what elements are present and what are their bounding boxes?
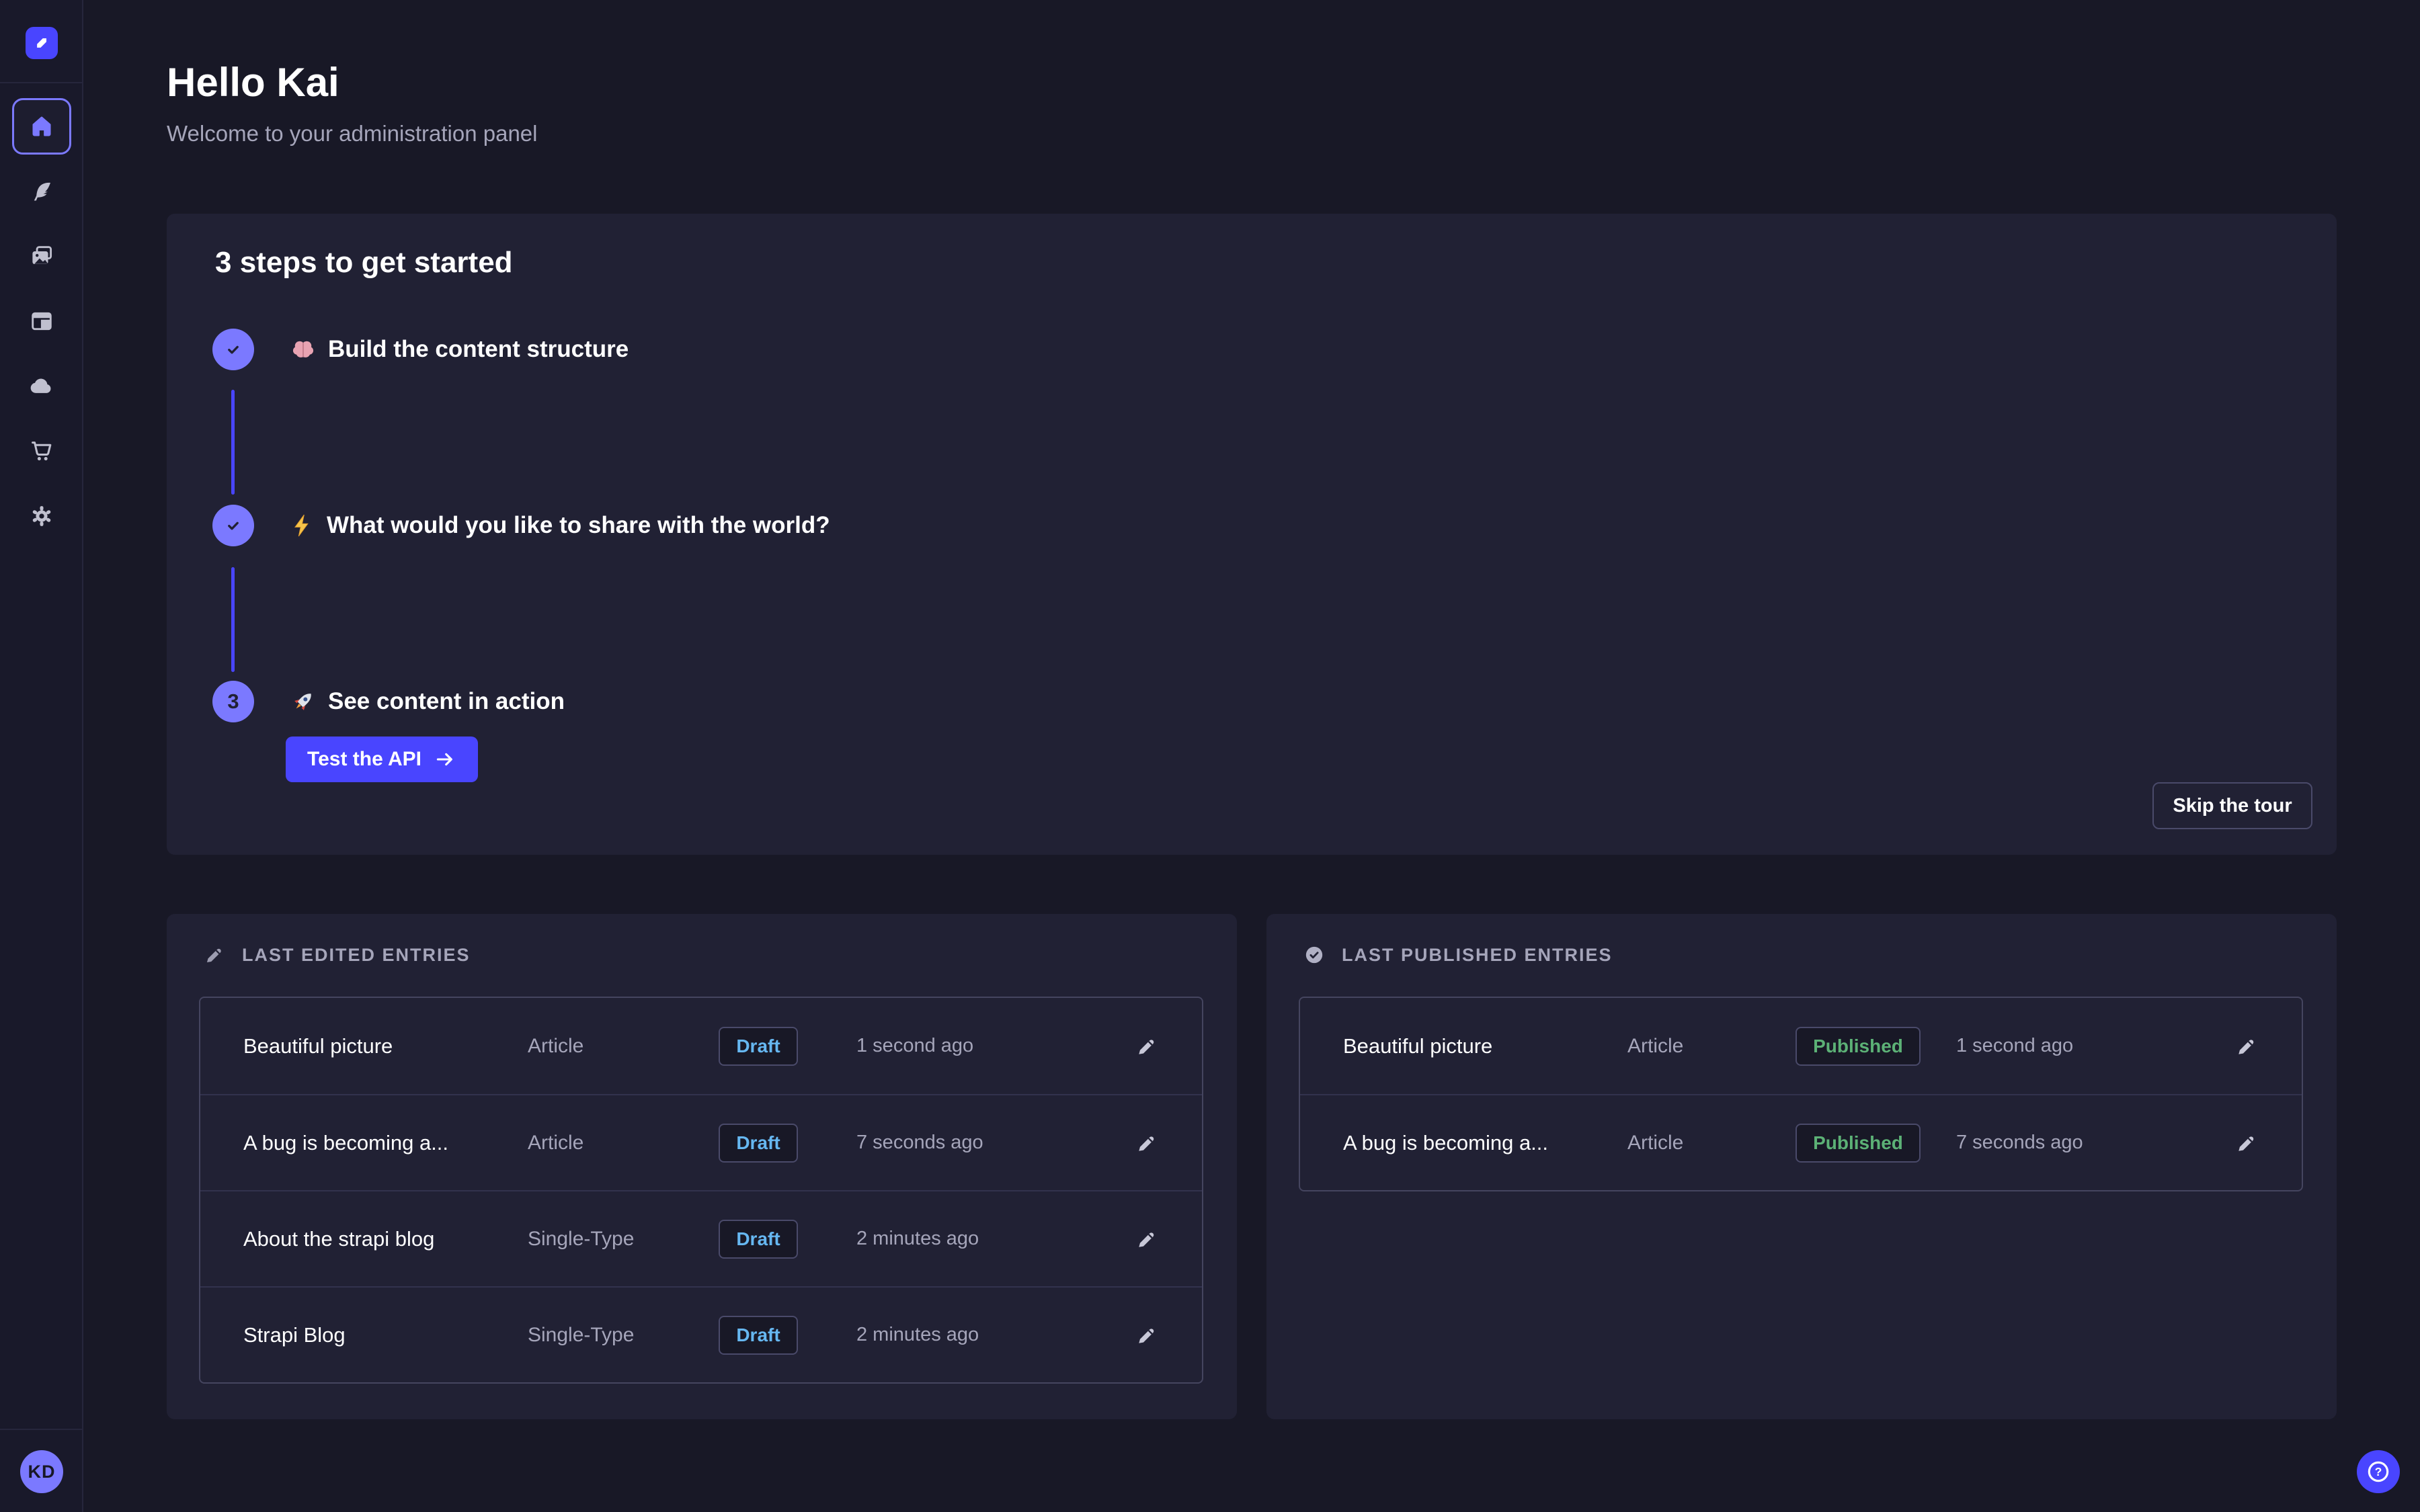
sidebar-item-settings[interactable] <box>0 492 83 540</box>
last-published-entries-table: Beautiful picture Article Published 1 se… <box>1299 997 2303 1191</box>
feather-icon <box>29 179 54 204</box>
table-row[interactable]: A bug is becoming a... Article Published… <box>1300 1094 2302 1190</box>
last-published-entries-panel: LAST PUBLISHED ENTRIES Beautiful picture… <box>1266 914 2337 1419</box>
sidebar-divider <box>0 1429 82 1430</box>
step-3-label: See content in action <box>289 681 565 722</box>
status-badge: Draft <box>719 1316 797 1355</box>
table-row[interactable]: Beautiful picture Article Published 1 se… <box>1300 998 2302 1094</box>
cloud-icon <box>29 374 54 399</box>
test-the-api-button[interactable]: Test the API <box>286 737 478 782</box>
table-row[interactable]: Beautiful picture Article Draft 1 second… <box>200 998 1202 1094</box>
entry-type: Article <box>528 1132 660 1154</box>
entry-updated-time: 1 second ago <box>1956 1035 2198 1057</box>
status-badge: Draft <box>719 1124 797 1163</box>
page-subtitle: Welcome to your administration panel <box>167 121 538 146</box>
edit-entry-button[interactable] <box>2198 1034 2259 1058</box>
skip-the-tour-button[interactable]: Skip the tour <box>2152 782 2312 829</box>
last-edited-entries-table: Beautiful picture Article Draft 1 second… <box>199 997 1203 1384</box>
pencil-icon <box>1135 1227 1159 1251</box>
sidebar-divider <box>0 82 82 83</box>
step-1-label: Build the content structure <box>289 329 629 370</box>
check-circle-icon <box>1303 943 1326 966</box>
entry-updated-time: 1 second ago <box>856 1035 1098 1057</box>
sidebar: KD <box>0 0 83 1512</box>
step-connector <box>231 567 235 672</box>
arrow-right-icon <box>434 748 456 771</box>
pencil-icon <box>203 943 226 966</box>
last-edited-entries-header: LAST EDITED ENTRIES <box>203 943 471 966</box>
entry-title: Beautiful picture <box>243 1034 528 1058</box>
step-1-indicator <box>212 329 254 370</box>
edit-entry-button[interactable] <box>2198 1131 2259 1155</box>
status-badge: Draft <box>719 1027 797 1066</box>
step-connector <box>231 390 235 495</box>
page-title: Hello Kai <box>167 59 339 106</box>
strapi-logo-icon <box>26 27 58 59</box>
last-published-entries-header: LAST PUBLISHED ENTRIES <box>1303 943 1613 966</box>
step-3-indicator: 3 <box>212 681 254 722</box>
entry-type: Article <box>1627 1035 1760 1058</box>
entry-type: Single-Type <box>528 1324 660 1347</box>
entry-updated-time: 7 seconds ago <box>1956 1132 2198 1154</box>
sidebar-item-content-manager[interactable] <box>0 167 83 216</box>
entry-title: About the strapi blog <box>243 1227 528 1251</box>
cart-icon <box>29 438 54 464</box>
edit-entry-button[interactable] <box>1098 1131 1159 1155</box>
step-2-label: What would you like to share with the wo… <box>289 505 830 546</box>
entry-updated-time: 7 seconds ago <box>856 1132 1098 1154</box>
rocket-emoji-icon <box>289 687 317 716</box>
step-2-indicator <box>212 505 254 546</box>
brain-emoji-icon <box>289 335 317 364</box>
status-badge: Published <box>1796 1027 1921 1066</box>
table-row[interactable]: A bug is becoming a... Article Draft 7 s… <box>200 1094 1202 1190</box>
pencil-icon <box>2234 1131 2259 1155</box>
table-row[interactable]: Strapi Blog Single-Type Draft 2 minutes … <box>200 1286 1202 1382</box>
entry-updated-time: 2 minutes ago <box>856 1228 1098 1250</box>
help-button[interactable]: ? <box>2357 1450 2400 1493</box>
sidebar-item-content-type-builder[interactable] <box>0 297 83 345</box>
table-row[interactable]: About the strapi blog Single-Type Draft … <box>200 1190 1202 1286</box>
edit-entry-button[interactable] <box>1098 1034 1159 1058</box>
panel-title: LAST EDITED ENTRIES <box>242 945 471 966</box>
getting-started-title: 3 steps to get started <box>215 246 513 280</box>
user-avatar[interactable]: KD <box>20 1450 63 1493</box>
sidebar-item-home[interactable] <box>12 98 71 155</box>
status-badge: Draft <box>719 1220 797 1259</box>
getting-started-card: 3 steps to get started Build the content… <box>167 214 2337 855</box>
sidebar-item-deploy[interactable] <box>0 362 83 411</box>
entry-title: A bug is becoming a... <box>1343 1131 1627 1155</box>
entry-type: Article <box>1627 1132 1760 1154</box>
pencil-icon <box>1135 1131 1159 1155</box>
layout-icon <box>29 308 54 334</box>
entry-title: Strapi Blog <box>243 1323 528 1347</box>
pencil-icon <box>1135 1323 1159 1347</box>
edit-entry-button[interactable] <box>1098 1227 1159 1251</box>
entry-type: Single-Type <box>528 1228 660 1251</box>
entry-type: Article <box>528 1035 660 1058</box>
last-edited-entries-panel: LAST EDITED ENTRIES Beautiful picture Ar… <box>167 914 1237 1419</box>
panel-title: LAST PUBLISHED ENTRIES <box>1342 945 1613 966</box>
svg-text:?: ? <box>2375 1465 2382 1478</box>
strapi-admin-homepage: { "header": { "title": "Hello Kai", "sub… <box>0 0 2420 1512</box>
entry-updated-time: 2 minutes ago <box>856 1324 1098 1346</box>
check-icon <box>222 338 245 361</box>
status-badge: Published <box>1796 1124 1921 1163</box>
entry-title: A bug is becoming a... <box>243 1131 528 1155</box>
entry-title: Beautiful picture <box>1343 1034 1627 1058</box>
edit-entry-button[interactable] <box>1098 1323 1159 1347</box>
question-mark-icon: ? <box>2365 1458 2392 1485</box>
gear-icon <box>29 503 54 529</box>
images-icon <box>29 243 54 269</box>
lightning-emoji-icon <box>289 512 316 539</box>
sidebar-item-marketplace[interactable] <box>0 427 83 475</box>
sidebar-item-media-library[interactable] <box>0 232 83 280</box>
pencil-icon <box>2234 1034 2259 1058</box>
pencil-icon <box>1135 1034 1159 1058</box>
check-icon <box>222 514 245 537</box>
home-icon <box>28 113 55 140</box>
